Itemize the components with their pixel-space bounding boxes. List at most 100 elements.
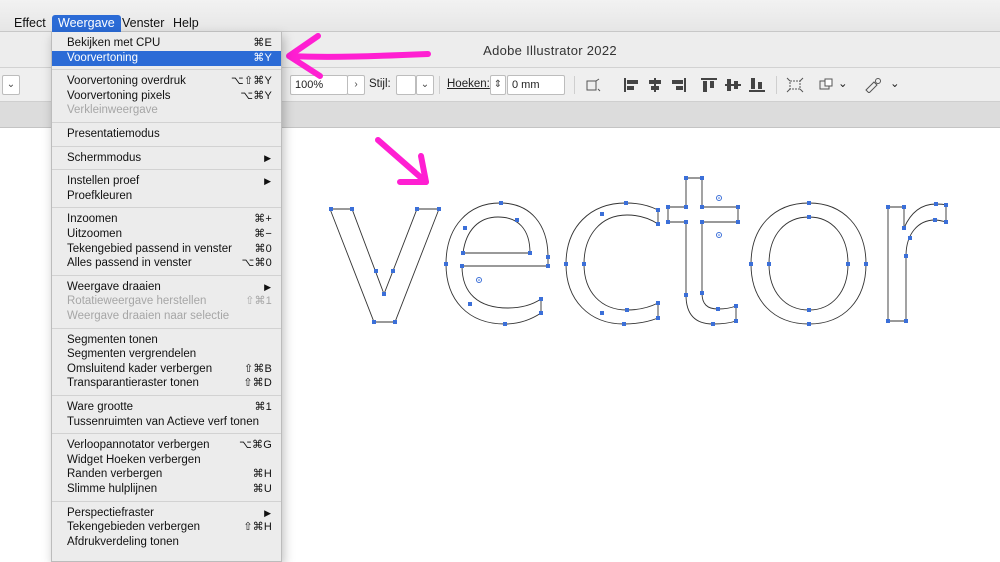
anchor-point[interactable] [749, 262, 753, 266]
anchor-point[interactable] [684, 176, 688, 180]
anchor-point[interactable] [415, 207, 419, 211]
anchor-point[interactable] [904, 319, 908, 323]
anchor-point[interactable] [700, 291, 704, 295]
align-center-icon[interactable] [646, 77, 664, 93]
align-right-icon[interactable] [670, 77, 688, 93]
anchor-point[interactable] [656, 222, 660, 226]
anchor-point[interactable] [539, 297, 543, 301]
align-bottom-icon[interactable] [748, 77, 766, 93]
anchor-point[interactable] [463, 226, 467, 230]
menu-item-bekijken-met-cpu[interactable]: Bekijken met CPU ⌘E [52, 36, 281, 51]
align-middle-icon[interactable] [724, 77, 742, 93]
anchor-point[interactable] [846, 262, 850, 266]
anchor-point[interactable] [684, 220, 688, 224]
anchor-point[interactable] [444, 262, 448, 266]
chevron-right-icon[interactable]: › [347, 75, 365, 95]
anchor-point[interactable] [934, 202, 938, 206]
anchor-point[interactable] [864, 262, 868, 266]
anchor-point[interactable] [684, 293, 688, 297]
anchor-point[interactable] [391, 269, 395, 273]
anchor-point[interactable] [886, 319, 890, 323]
menu-venster[interactable]: Venster [116, 15, 170, 32]
menu-item-widget-hoeken-verbergen[interactable]: Widget Hoeken verbergen [52, 453, 281, 468]
anchor-point[interactable] [933, 218, 937, 222]
menu-item-transparantieraster-tonen[interactable]: Transparantieraster tonen ⇧⌘D [52, 376, 281, 391]
anchor-point[interactable] [656, 301, 660, 305]
anchor-point[interactable] [908, 236, 912, 240]
style-swatch[interactable] [396, 75, 416, 95]
anchor-point[interactable] [539, 311, 543, 315]
anchor-point[interactable] [503, 322, 507, 326]
anchor-point[interactable] [372, 320, 376, 324]
anchor-point[interactable] [767, 262, 771, 266]
menu-effect[interactable]: Effect [8, 15, 52, 32]
menu-item-tussenruimten-van-actieve-verf-tonen[interactable]: Tussenruimten van Actieve verf tonen [52, 415, 281, 430]
menu-item-voorvertoning[interactable]: Voorvertoning ⌘Y [52, 50, 281, 66]
anchor-point[interactable] [656, 316, 660, 320]
anchor-point[interactable] [499, 201, 503, 205]
menu-item-schermmodus[interactable]: Schermmodus ▶ [52, 151, 281, 166]
menu-item-uitzoomen[interactable]: Uitzoomen ⌘− [52, 227, 281, 242]
chevron-down-icon[interactable]: ⌄ [838, 76, 848, 90]
menu-weergave[interactable]: Weergave [52, 15, 121, 32]
menu-item-segmenten-tonen[interactable]: Segmenten tonen [52, 333, 281, 348]
menu-item-tekengebied-passend-in-venster[interactable]: Tekengebied passend in venster ⌘0 [52, 242, 281, 257]
menu-item-tekengebieden-verbergen[interactable]: Tekengebieden verbergen ⇧⌘H [52, 520, 281, 535]
anchor-point[interactable] [734, 304, 738, 308]
menu-item-voorvertoning-overdruk[interactable]: Voorvertoning overdruk ⌥⇧⌘Y [52, 74, 281, 89]
menu-item-segmenten-vergrendelen[interactable]: Segmenten vergrendelen [52, 347, 281, 362]
menu-item-ware-grootte[interactable]: Ware grootte ⌘1 [52, 400, 281, 415]
anchor-point[interactable] [468, 302, 472, 306]
anchor-point[interactable] [437, 207, 441, 211]
anchor-point[interactable] [902, 226, 906, 230]
menu-item-slimme-hulplijnen[interactable]: Slimme hulplijnen ⌘U [52, 482, 281, 497]
anchor-point[interactable] [944, 220, 948, 224]
chevron-down-icon[interactable]: ⌄ [890, 76, 900, 90]
menu-item-proefkleuren[interactable]: Proefkleuren [52, 189, 281, 204]
anchor-point[interactable] [600, 311, 604, 315]
anchor-point[interactable] [329, 207, 333, 211]
recolor-icon[interactable] [864, 77, 882, 93]
anchor-point[interactable] [666, 205, 670, 209]
zoom-field[interactable]: 100% [290, 75, 348, 95]
anchor-point[interactable] [944, 203, 948, 207]
anchor-point[interactable] [461, 251, 465, 255]
menu-item-randen-verbergen[interactable]: Randen verbergen ⌘H [52, 467, 281, 482]
anchor-point[interactable] [528, 251, 532, 255]
anchor-point[interactable] [546, 264, 550, 268]
anchor-point[interactable] [902, 205, 906, 209]
anchor-point[interactable] [624, 201, 628, 205]
menu-item-voorvertoning-pixels[interactable]: Voorvertoning pixels ⌥⌘Y [52, 89, 281, 104]
anchor-point[interactable] [582, 262, 586, 266]
anchor-point[interactable] [684, 205, 688, 209]
anchor-point[interactable] [711, 322, 715, 326]
anchor-point[interactable] [374, 269, 378, 273]
transform-each-icon[interactable] [818, 77, 836, 93]
anchor-point[interactable] [546, 255, 550, 259]
menu-item-weergave-draaien[interactable]: Weergave draaien ▶ [52, 280, 281, 295]
anchor-point[interactable] [736, 220, 740, 224]
anchor-point[interactable] [393, 320, 397, 324]
menu-item-omsluitend-kader-verbergen[interactable]: Omsluitend kader verbergen ⇧⌘B [52, 362, 281, 377]
menu-item-afdrukverdeling-tonen[interactable]: Afdrukverdeling tonen [52, 535, 281, 550]
menu-item-alles-passend-in-venster[interactable]: Alles passend in venster ⌥⌘0 [52, 256, 281, 271]
anchor-point[interactable] [700, 205, 704, 209]
menu-help[interactable]: Help [167, 15, 205, 32]
anchor-point[interactable] [515, 218, 519, 222]
anchor-point[interactable] [807, 322, 811, 326]
anchor-point[interactable] [807, 201, 811, 205]
menu-item-presentatiemodus[interactable]: Presentatiemodus [52, 127, 281, 142]
menu-item-perspectiefraster[interactable]: Perspectiefraster ▶ [52, 506, 281, 521]
anchor-point[interactable] [656, 208, 660, 212]
anchor-point[interactable] [600, 212, 604, 216]
chevron-down-icon[interactable]: ⌄ [416, 75, 434, 95]
anchor-point[interactable] [716, 307, 720, 311]
anchor-point[interactable] [666, 220, 670, 224]
align-left-icon[interactable] [622, 77, 640, 93]
anchor-point[interactable] [700, 220, 704, 224]
anchor-point[interactable] [564, 262, 568, 266]
transform-icon[interactable] [584, 77, 602, 93]
anchor-point[interactable] [886, 205, 890, 209]
align-top-icon[interactable] [700, 77, 718, 93]
chevron-down-icon[interactable]: ⌄ [2, 75, 20, 95]
